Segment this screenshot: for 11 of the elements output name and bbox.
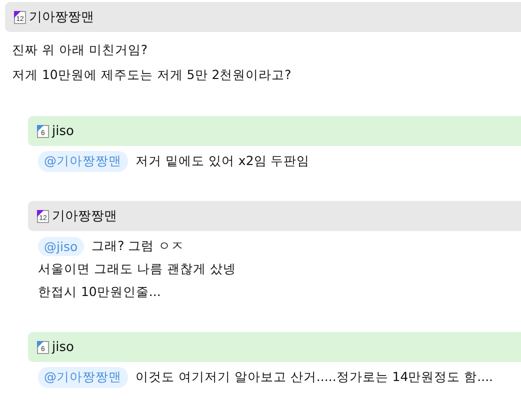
comment-text: 이것도 여기저기 알아보고 산거.....정가로는 14만원정도 함.... xyxy=(136,369,494,386)
comment-text: 진짜 위 아래 미친거임? xyxy=(12,42,148,59)
username[interactable]: 기아짱짱맨 xyxy=(29,8,94,26)
username[interactable]: jiso xyxy=(52,340,74,354)
comment-text: 한접시 10만원인줄... xyxy=(38,284,161,301)
username[interactable]: jiso xyxy=(52,124,74,138)
comment-text: 그래? 그럼 ㅇㅈ xyxy=(92,238,184,255)
comment-text: 서울이면 그래도 나름 괜찮게 샀넹 xyxy=(38,261,236,278)
comment-text: 저게 10만원에 제주도는 저게 5만 2천원이라고? xyxy=(12,67,292,84)
username[interactable]: 기아짱짱맨 xyxy=(52,207,117,225)
comment-text: 저거 밑에도 있어 x2임 두판임 xyxy=(136,153,310,170)
